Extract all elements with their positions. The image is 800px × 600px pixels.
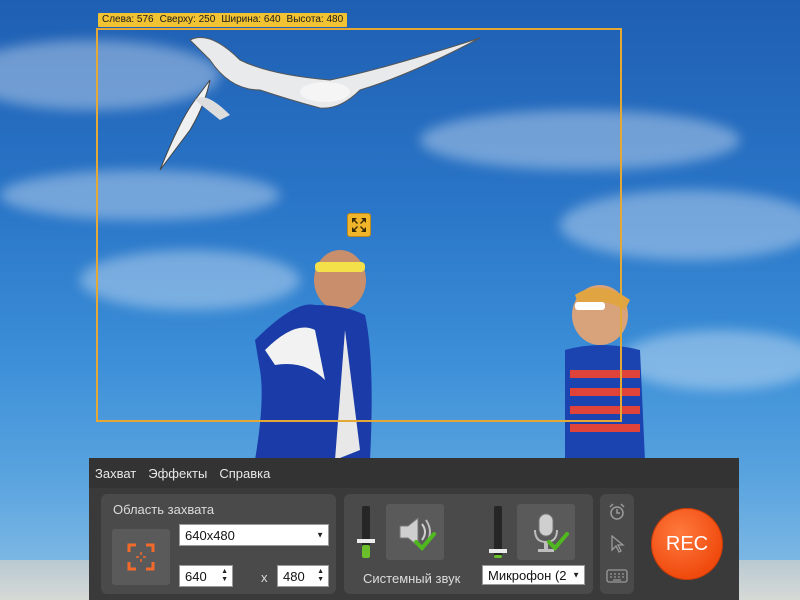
microphone-select[interactable]: Микрофон (2 ▼ — [482, 565, 585, 585]
menu-help[interactable]: Справка — [219, 466, 270, 481]
menu-effects[interactable]: Эффекты — [148, 466, 207, 481]
alarm-clock-icon[interactable] — [606, 502, 628, 522]
capture-area-icon — [127, 543, 155, 571]
cursor-icon[interactable] — [606, 534, 628, 554]
height-spinbox[interactable]: 480 ▲ ▼ — [277, 565, 329, 587]
width-value: Ширина: 640 — [221, 14, 281, 25]
spin-arrows-icon[interactable]: ▲ ▼ — [317, 568, 324, 584]
audio-group: Системный звук Микрофон (2 ▼ — [344, 494, 593, 594]
tools-group — [600, 494, 634, 594]
chevron-down-icon: ▼ — [572, 570, 580, 580]
expand-arrows-icon[interactable] — [347, 213, 371, 237]
menu-capture[interactable]: Захват — [95, 466, 136, 481]
capture-area-group: Область захвата 640x480 ▼ 640 ▲ ▼ x 480 ▲… — [101, 494, 336, 594]
system-volume-thumb[interactable] — [357, 539, 375, 543]
capture-coordinates-label: Слева: 576 Сверху: 250 Ширина: 640 Высота: … — [98, 13, 348, 27]
control-panel: Захват Эффекты Справка Область захвата 6… — [89, 458, 739, 600]
left-value: Слева: 576 — [102, 14, 154, 25]
mic-volume-slider[interactable] — [489, 506, 507, 558]
width-spinbox[interactable]: 640 ▲ ▼ — [179, 565, 233, 587]
mic-volume-level — [494, 555, 502, 558]
capture-area-title: Область захвата — [113, 502, 215, 517]
capture-area-button[interactable] — [112, 529, 170, 585]
dimension-separator: x — [261, 570, 268, 585]
spin-arrows-icon[interactable]: ▲ ▼ — [221, 568, 228, 584]
system-volume-level — [362, 545, 370, 558]
microphone-icon — [534, 513, 569, 552]
menu-bar: Захват Эффекты Справка — [89, 458, 739, 488]
microphone-button[interactable] — [517, 504, 575, 560]
rec-button[interactable]: REC — [651, 508, 723, 580]
capture-size-value: 640x480 — [185, 527, 235, 543]
mic-volume-thumb[interactable] — [489, 549, 507, 553]
speaker-icon — [399, 516, 436, 551]
top-value: Сверху: 250 — [159, 14, 216, 25]
width-input-value: 640 — [185, 568, 207, 584]
height-input-value: 480 — [283, 568, 305, 584]
height-value: Высота: 480 — [286, 14, 344, 25]
capture-size-select[interactable]: 640x480 ▼ — [179, 524, 329, 546]
keyboard-icon[interactable] — [606, 566, 628, 586]
chevron-down-icon: ▼ — [316, 530, 324, 540]
microphone-select-value: Микрофон (2 — [488, 567, 567, 583]
system-sound-label: Системный звук — [363, 571, 461, 586]
system-volume-slider[interactable] — [357, 506, 375, 558]
system-sound-button[interactable] — [386, 504, 444, 560]
